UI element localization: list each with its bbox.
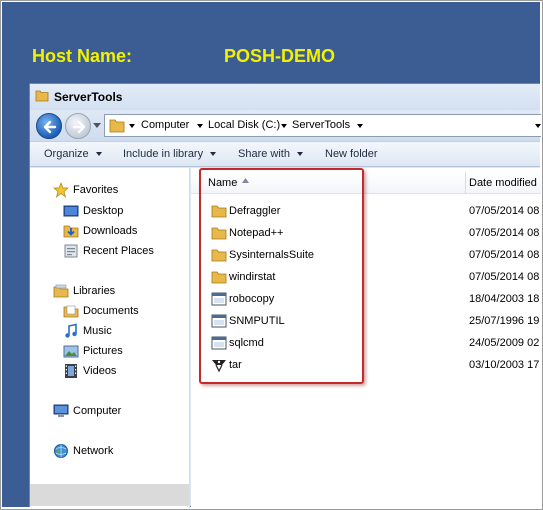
nav-label: Libraries bbox=[73, 285, 116, 297]
nav-label: Videos bbox=[83, 365, 117, 377]
organize-label: Organize bbox=[44, 148, 89, 160]
folder-icon bbox=[109, 119, 125, 133]
nav-label: Recent Places bbox=[83, 245, 154, 257]
list-item[interactable]: SNMPUTIL 25/07/1996 19 bbox=[191, 310, 541, 332]
recent-places-icon bbox=[64, 244, 78, 258]
organize-button[interactable]: Organize bbox=[44, 148, 102, 160]
explorer-window: ServerTools Computer Local Disk (C:) Ser… bbox=[29, 83, 541, 508]
list-item[interactable]: windirstat 07/05/2014 08 bbox=[191, 266, 541, 288]
desktop-icon bbox=[63, 205, 79, 217]
videos-icon bbox=[65, 364, 77, 378]
list-item[interactable]: Notepad++ 07/05/2014 08 bbox=[191, 222, 541, 244]
file-name: windirstat bbox=[229, 271, 276, 283]
music-icon bbox=[65, 323, 77, 338]
application-icon bbox=[211, 336, 227, 350]
file-date: 07/05/2014 08 bbox=[469, 249, 540, 261]
share-with-button[interactable]: Share with bbox=[238, 148, 303, 160]
include-in-library-label: Include in library bbox=[123, 148, 204, 160]
window-title: ServerTools bbox=[54, 90, 123, 104]
breadcrumb-computer[interactable]: Computer bbox=[141, 119, 189, 131]
nav-label: Pictures bbox=[83, 345, 123, 357]
chevron-down-icon[interactable] bbox=[357, 124, 363, 128]
title-bar[interactable]: ServerTools bbox=[30, 84, 540, 110]
file-name: tar bbox=[229, 359, 242, 371]
address-row: Computer Local Disk (C:) ServerTools bbox=[30, 110, 541, 141]
network-icon bbox=[54, 444, 68, 458]
list-item[interactable]: Defraggler 07/05/2014 08 bbox=[191, 200, 541, 222]
nav-label: Downloads bbox=[83, 225, 138, 237]
file-name: robocopy bbox=[229, 293, 275, 305]
address-history-dropdown-icon[interactable] bbox=[535, 124, 541, 128]
pictures-icon bbox=[63, 345, 79, 358]
file-name: Defraggler bbox=[229, 205, 281, 217]
tar-application-icon bbox=[212, 360, 226, 373]
file-date: 07/05/2014 08 bbox=[469, 271, 540, 283]
application-icon bbox=[211, 314, 227, 328]
folder-icon bbox=[211, 249, 227, 262]
column-header-row: Name Date modified bbox=[191, 172, 541, 194]
column-header-date-modified[interactable]: Date modified bbox=[469, 177, 537, 189]
back-button[interactable] bbox=[36, 113, 62, 139]
screenshot-frame: Host Name: POSH-DEMO ServerTools Compute… bbox=[0, 0, 543, 510]
list-item[interactable]: tar 03/10/2003 17 bbox=[191, 354, 541, 376]
share-with-label: Share with bbox=[238, 148, 290, 160]
list-item[interactable]: sqlcmd 24/05/2009 02 bbox=[191, 332, 541, 354]
nav-selection-highlight bbox=[30, 484, 189, 506]
file-date: 24/05/2009 02 bbox=[469, 337, 540, 349]
command-bar: Organize Include in library Share with N… bbox=[30, 141, 540, 167]
folder-icon bbox=[35, 90, 49, 102]
file-date: 25/07/1996 19 bbox=[469, 315, 540, 327]
list-item[interactable]: robocopy 18/04/2003 18 bbox=[191, 288, 541, 310]
nav-label: Music bbox=[83, 325, 112, 337]
file-date: 07/05/2014 08 bbox=[469, 227, 540, 239]
downloads-icon bbox=[63, 225, 79, 238]
file-name: sqlcmd bbox=[229, 337, 264, 349]
folder-icon bbox=[211, 271, 227, 284]
folder-icon bbox=[211, 227, 227, 240]
sort-ascending-icon bbox=[242, 178, 249, 183]
back-arrow-icon bbox=[43, 120, 57, 134]
address-bar[interactable]: Computer Local Disk (C:) ServerTools bbox=[104, 114, 541, 137]
file-name: Notepad++ bbox=[229, 227, 284, 239]
chevron-down-icon[interactable] bbox=[197, 124, 203, 128]
file-name: SysinternalsSuite bbox=[229, 249, 314, 261]
host-name-label: Host Name: bbox=[32, 46, 133, 66]
folder-icon bbox=[211, 205, 227, 218]
chevron-down-icon[interactable] bbox=[129, 124, 135, 128]
list-item[interactable]: SysinternalsSuite 07/05/2014 08 bbox=[191, 244, 541, 266]
breadcrumb-local-disk[interactable]: Local Disk (C:) bbox=[208, 119, 280, 131]
file-name: SNMPUTIL bbox=[229, 315, 285, 327]
navigation-pane: Favorites Desktop Downloads Recent Place… bbox=[30, 168, 190, 508]
nav-label: Desktop bbox=[83, 205, 124, 217]
computer-icon bbox=[53, 404, 69, 417]
nav-label: Network bbox=[73, 445, 114, 457]
libraries-icon bbox=[53, 284, 69, 298]
file-date: 03/10/2003 17 bbox=[469, 359, 540, 371]
file-date: 18/04/2003 18 bbox=[469, 293, 540, 305]
application-icon bbox=[211, 292, 227, 306]
column-header-name[interactable]: Name bbox=[208, 177, 237, 189]
column-divider[interactable] bbox=[465, 172, 466, 194]
documents-icon bbox=[63, 305, 79, 318]
file-date: 07/05/2014 08 bbox=[469, 205, 540, 217]
chevron-down-icon bbox=[296, 152, 303, 157]
include-in-library-button[interactable]: Include in library bbox=[123, 148, 217, 160]
forward-button[interactable] bbox=[65, 113, 91, 139]
new-folder-button[interactable]: New folder bbox=[325, 148, 378, 160]
chevron-down-icon bbox=[210, 152, 217, 157]
star-icon bbox=[53, 182, 69, 198]
nav-label: Favorites bbox=[73, 184, 119, 196]
nav-label: Computer bbox=[73, 405, 122, 417]
host-name-value: POSH-DEMO bbox=[224, 46, 336, 66]
forward-arrow-icon bbox=[72, 120, 86, 134]
breadcrumb-servertools[interactable]: ServerTools bbox=[292, 119, 350, 131]
recent-pages-dropdown-icon[interactable] bbox=[93, 123, 101, 129]
nav-label: Documents bbox=[83, 305, 139, 317]
file-list: Name Date modified Defraggler 07/05/2014… bbox=[191, 168, 541, 508]
chevron-down-icon bbox=[95, 152, 102, 157]
chevron-down-icon[interactable] bbox=[281, 124, 287, 128]
